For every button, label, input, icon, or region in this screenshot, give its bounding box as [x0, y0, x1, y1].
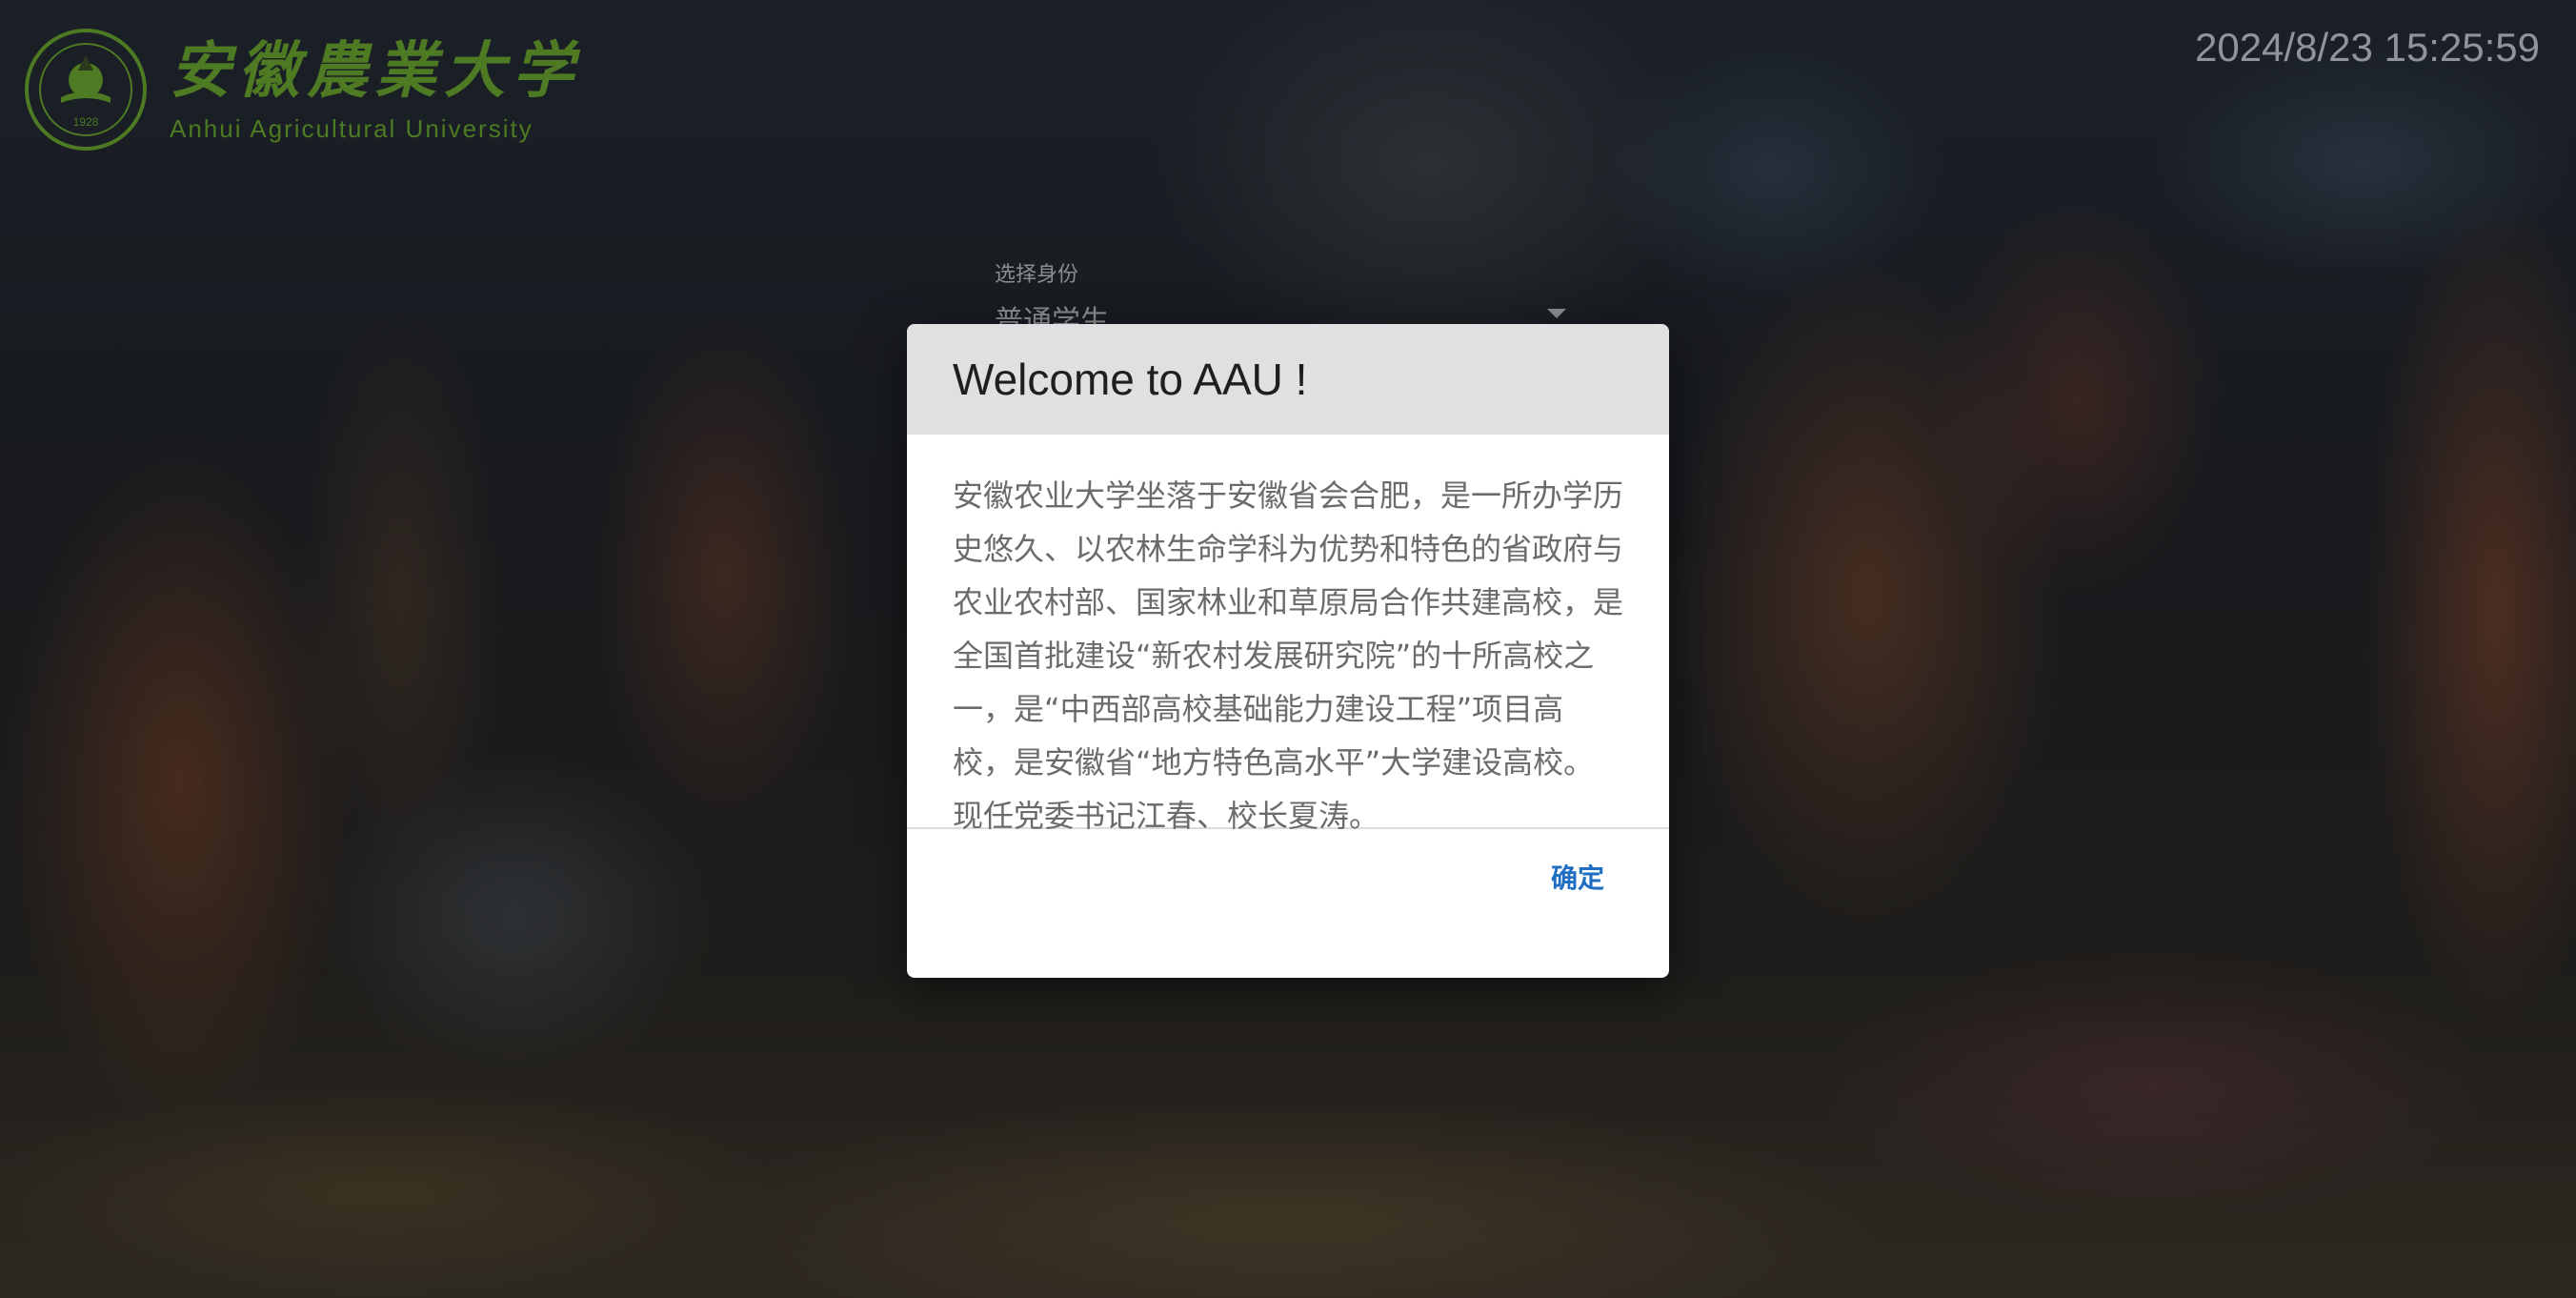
- dialog-actions: 确定: [907, 829, 1669, 924]
- university-name-cn: 安徽農業大学: [170, 35, 581, 107]
- dialog-description: 安徽农业大学坐落于安徽省会合肥，是一所办学历史悠久、以农林生命学科为优势和特色的…: [953, 477, 1624, 834]
- identity-select-label: 选择身份: [995, 263, 1079, 287]
- caret-down-icon: [1547, 309, 1566, 318]
- welcome-dialog: Welcome to AAU ! 安徽农业大学坐落于安徽省会合肥，是一所办学历史…: [907, 324, 1669, 978]
- page: 1928 安徽農業大学 Anhui Agricultural Universit…: [0, 0, 2576, 1298]
- dialog-body: 安徽农业大学坐落于安徽省会合肥，是一所办学历史悠久、以农林生命学科为优势和特色的…: [907, 435, 1669, 834]
- datetime-display: 2024/8/23 15:25:59: [2194, 25, 2540, 70]
- dialog-title: Welcome to AAU !: [953, 355, 1308, 404]
- university-seal-icon: 1928: [25, 29, 147, 151]
- dialog-header: Welcome to AAU !: [907, 324, 1669, 435]
- university-logo: 1928 安徽農業大学 Anhui Agricultural Universit…: [23, 27, 581, 152]
- university-name-en: Anhui Agricultural University: [170, 114, 533, 143]
- seal-year: 1928: [73, 115, 99, 129]
- confirm-button[interactable]: 确定: [1547, 848, 1608, 905]
